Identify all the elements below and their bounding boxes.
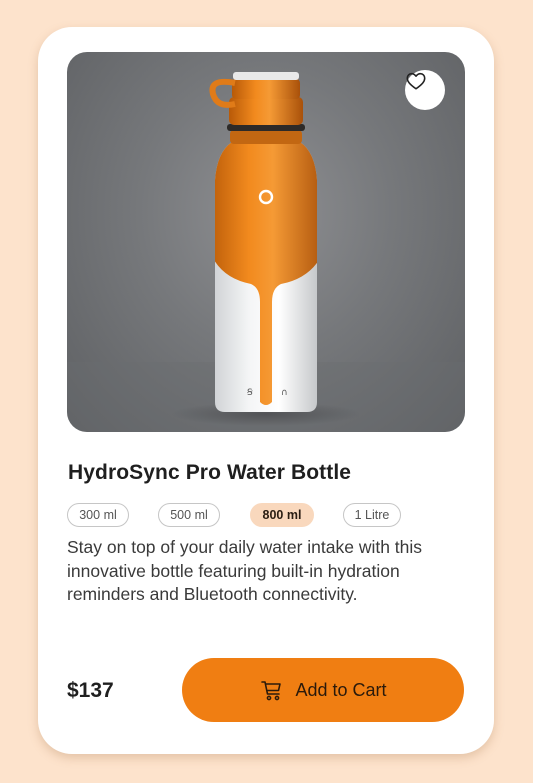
favorite-button[interactable] xyxy=(405,70,445,110)
svg-text:∩: ∩ xyxy=(281,388,288,398)
add-to-cart-button[interactable]: Add to Cart xyxy=(182,658,464,722)
product-image: Ꞩ ∩ xyxy=(67,52,465,432)
product-price: $137 xyxy=(67,679,114,702)
svg-text:Ꞩ: Ꞩ xyxy=(247,388,253,398)
add-to-cart-label: Add to Cart xyxy=(295,679,387,700)
product-description: Stay on top of your daily water intake w… xyxy=(67,537,423,604)
size-option-800ml[interactable]: 800 ml xyxy=(250,503,314,527)
size-option-500ml[interactable]: 500 ml xyxy=(158,503,220,527)
product-title: HydroSync Pro Water Bottle xyxy=(68,461,352,484)
size-options: 300 ml 500 ml 800 ml 1 Litre xyxy=(67,503,467,527)
product-card: Ꞩ ∩ HydroSync Pro Water Bottle 300 ml 50… xyxy=(38,27,494,754)
size-option-1-litre[interactable]: 1 Litre xyxy=(343,503,401,527)
water-bottle-illustration: Ꞩ ∩ xyxy=(67,72,465,432)
cart-icon xyxy=(259,677,285,703)
heart-icon xyxy=(406,72,426,90)
size-option-300ml[interactable]: 300 ml xyxy=(67,503,129,527)
